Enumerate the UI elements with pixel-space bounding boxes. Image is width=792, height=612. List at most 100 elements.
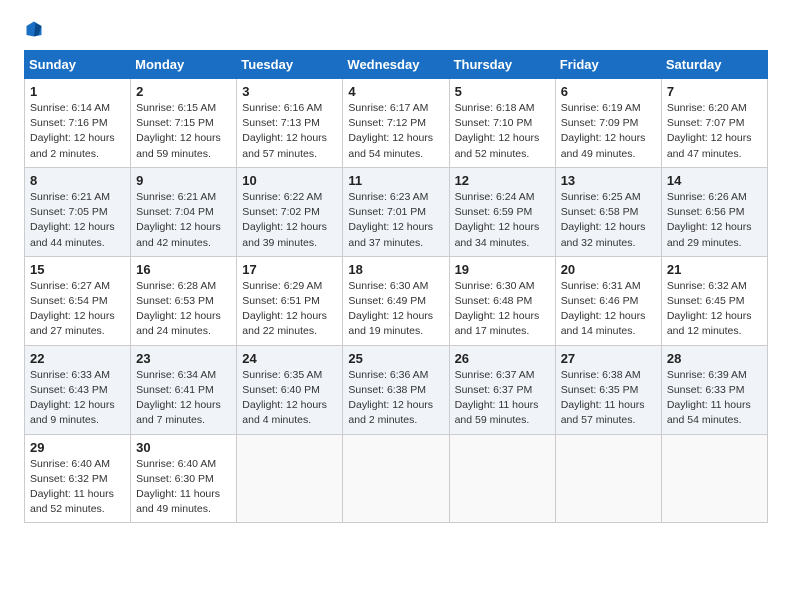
day-info: Sunrise: 6:19 AMSunset: 7:09 PMDaylight:… <box>561 101 656 162</box>
calendar-cell: 3 Sunrise: 6:16 AMSunset: 7:13 PMDaylight… <box>237 79 343 168</box>
week-row-3: 15 Sunrise: 6:27 AMSunset: 6:54 PMDayligh… <box>25 256 768 345</box>
calendar-cell <box>661 434 767 523</box>
calendar-cell: 13Sunrise: 6:25 AMSunset: 6:58 PMDayligh… <box>555 167 661 256</box>
week-row-1: 1 Sunrise: 6:14 AMSunset: 7:16 PMDaylight… <box>25 79 768 168</box>
calendar-cell: 14 Sunrise: 6:26 AMSunset: 6:56 PMDayligh… <box>661 167 767 256</box>
day-info: Sunrise: 6:24 AMSunset: 6:59 PMDaylight:… <box>455 190 550 251</box>
day-info: Sunrise: 6:35 AMSunset: 6:40 PMDaylight:… <box>242 368 337 429</box>
calendar-cell: 22 Sunrise: 6:33 AMSunset: 6:43 PMDayligh… <box>25 345 131 434</box>
weekday-header-sunday: Sunday <box>25 51 131 79</box>
weekday-header-monday: Monday <box>131 51 237 79</box>
day-info: Sunrise: 6:40 AMSunset: 6:32 PMDaylight:… <box>30 457 125 518</box>
calendar-cell: 23 Sunrise: 6:34 AMSunset: 6:41 PMDayligh… <box>131 345 237 434</box>
day-number: 3 <box>242 84 337 99</box>
day-info: Sunrise: 6:26 AMSunset: 6:56 PMDaylight:… <box>667 190 762 251</box>
calendar-cell: 18 Sunrise: 6:30 AMSunset: 6:49 PMDayligh… <box>343 256 449 345</box>
header <box>24 20 768 38</box>
calendar-cell: 16 Sunrise: 6:28 AMSunset: 6:53 PMDayligh… <box>131 256 237 345</box>
day-number: 18 <box>348 262 443 277</box>
day-number: 14 <box>667 173 762 188</box>
day-info: Sunrise: 6:18 AMSunset: 7:10 PMDaylight:… <box>455 101 550 162</box>
day-info: Sunrise: 6:21 AMSunset: 7:04 PMDaylight:… <box>136 190 231 251</box>
day-info: Sunrise: 6:22 AMSunset: 7:02 PMDaylight:… <box>242 190 337 251</box>
day-number: 21 <box>667 262 762 277</box>
day-number: 1 <box>30 84 125 99</box>
day-info: Sunrise: 6:27 AMSunset: 6:54 PMDaylight:… <box>30 279 125 340</box>
calendar-cell: 7Sunrise: 6:20 AMSunset: 7:07 PMDaylight… <box>661 79 767 168</box>
day-number: 11 <box>348 173 443 188</box>
day-number: 28 <box>667 351 762 366</box>
day-info: Sunrise: 6:28 AMSunset: 6:53 PMDaylight:… <box>136 279 231 340</box>
calendar-cell: 5Sunrise: 6:18 AMSunset: 7:10 PMDaylight… <box>449 79 555 168</box>
weekday-header-tuesday: Tuesday <box>237 51 343 79</box>
day-info: Sunrise: 6:16 AMSunset: 7:13 PMDaylight:… <box>242 101 337 162</box>
weekday-header-thursday: Thursday <box>449 51 555 79</box>
logo <box>24 20 44 38</box>
calendar-cell: 17 Sunrise: 6:29 AMSunset: 6:51 PMDayligh… <box>237 256 343 345</box>
day-number: 4 <box>348 84 443 99</box>
day-info: Sunrise: 6:21 AMSunset: 7:05 PMDaylight:… <box>30 190 125 251</box>
day-number: 17 <box>242 262 337 277</box>
day-number: 26 <box>455 351 550 366</box>
calendar-cell: 30 Sunrise: 6:40 AMSunset: 6:30 PMDayligh… <box>131 434 237 523</box>
calendar-cell: 1 Sunrise: 6:14 AMSunset: 7:16 PMDaylight… <box>25 79 131 168</box>
day-info: Sunrise: 6:31 AMSunset: 6:46 PMDaylight:… <box>561 279 656 340</box>
day-number: 27 <box>561 351 656 366</box>
calendar-cell <box>555 434 661 523</box>
calendar-table: SundayMondayTuesdayWednesdayThursdayFrid… <box>24 50 768 523</box>
week-row-5: 29 Sunrise: 6:40 AMSunset: 6:32 PMDayligh… <box>25 434 768 523</box>
calendar-cell: 25Sunrise: 6:36 AMSunset: 6:38 PMDayligh… <box>343 345 449 434</box>
weekday-header-friday: Friday <box>555 51 661 79</box>
week-row-2: 8 Sunrise: 6:21 AMSunset: 7:05 PMDaylight… <box>25 167 768 256</box>
day-number: 19 <box>455 262 550 277</box>
calendar-cell: 4 Sunrise: 6:17 AMSunset: 7:12 PMDaylight… <box>343 79 449 168</box>
calendar-page: SundayMondayTuesdayWednesdayThursdayFrid… <box>0 0 792 543</box>
day-info: Sunrise: 6:33 AMSunset: 6:43 PMDaylight:… <box>30 368 125 429</box>
day-info: Sunrise: 6:38 AMSunset: 6:35 PMDaylight:… <box>561 368 656 429</box>
day-number: 30 <box>136 440 231 455</box>
day-info: Sunrise: 6:29 AMSunset: 6:51 PMDaylight:… <box>242 279 337 340</box>
calendar-cell: 28 Sunrise: 6:39 AMSunset: 6:33 PMDayligh… <box>661 345 767 434</box>
calendar-cell: 10 Sunrise: 6:22 AMSunset: 7:02 PMDayligh… <box>237 167 343 256</box>
day-number: 12 <box>455 173 550 188</box>
day-number: 7 <box>667 84 762 99</box>
day-number: 10 <box>242 173 337 188</box>
day-info: Sunrise: 6:37 AMSunset: 6:37 PMDaylight:… <box>455 368 550 429</box>
day-number: 16 <box>136 262 231 277</box>
calendar-cell: 8 Sunrise: 6:21 AMSunset: 7:05 PMDaylight… <box>25 167 131 256</box>
calendar-cell: 9 Sunrise: 6:21 AMSunset: 7:04 PMDaylight… <box>131 167 237 256</box>
calendar-cell <box>343 434 449 523</box>
calendar-cell <box>237 434 343 523</box>
day-info: Sunrise: 6:39 AMSunset: 6:33 PMDaylight:… <box>667 368 762 429</box>
day-info: Sunrise: 6:32 AMSunset: 6:45 PMDaylight:… <box>667 279 762 340</box>
day-number: 24 <box>242 351 337 366</box>
calendar-cell <box>449 434 555 523</box>
calendar-cell: 2 Sunrise: 6:15 AMSunset: 7:15 PMDaylight… <box>131 79 237 168</box>
day-number: 2 <box>136 84 231 99</box>
weekday-header-row: SundayMondayTuesdayWednesdayThursdayFrid… <box>25 51 768 79</box>
day-number: 9 <box>136 173 231 188</box>
day-info: Sunrise: 6:14 AMSunset: 7:16 PMDaylight:… <box>30 101 125 162</box>
day-info: Sunrise: 6:30 AMSunset: 6:48 PMDaylight:… <box>455 279 550 340</box>
day-number: 22 <box>30 351 125 366</box>
calendar-cell: 11Sunrise: 6:23 AMSunset: 7:01 PMDayligh… <box>343 167 449 256</box>
day-number: 20 <box>561 262 656 277</box>
day-number: 6 <box>561 84 656 99</box>
calendar-cell: 19 Sunrise: 6:30 AMSunset: 6:48 PMDayligh… <box>449 256 555 345</box>
weekday-header-wednesday: Wednesday <box>343 51 449 79</box>
day-info: Sunrise: 6:30 AMSunset: 6:49 PMDaylight:… <box>348 279 443 340</box>
day-info: Sunrise: 6:40 AMSunset: 6:30 PMDaylight:… <box>136 457 231 518</box>
calendar-cell: 12 Sunrise: 6:24 AMSunset: 6:59 PMDayligh… <box>449 167 555 256</box>
calendar-cell: 6 Sunrise: 6:19 AMSunset: 7:09 PMDaylight… <box>555 79 661 168</box>
day-number: 29 <box>30 440 125 455</box>
day-number: 23 <box>136 351 231 366</box>
weekday-header-saturday: Saturday <box>661 51 767 79</box>
calendar-cell: 20 Sunrise: 6:31 AMSunset: 6:46 PMDayligh… <box>555 256 661 345</box>
day-info: Sunrise: 6:34 AMSunset: 6:41 PMDaylight:… <box>136 368 231 429</box>
calendar-cell: 15 Sunrise: 6:27 AMSunset: 6:54 PMDayligh… <box>25 256 131 345</box>
logo-icon <box>25 20 43 38</box>
day-number: 15 <box>30 262 125 277</box>
day-info: Sunrise: 6:15 AMSunset: 7:15 PMDaylight:… <box>136 101 231 162</box>
day-number: 8 <box>30 173 125 188</box>
day-info: Sunrise: 6:17 AMSunset: 7:12 PMDaylight:… <box>348 101 443 162</box>
